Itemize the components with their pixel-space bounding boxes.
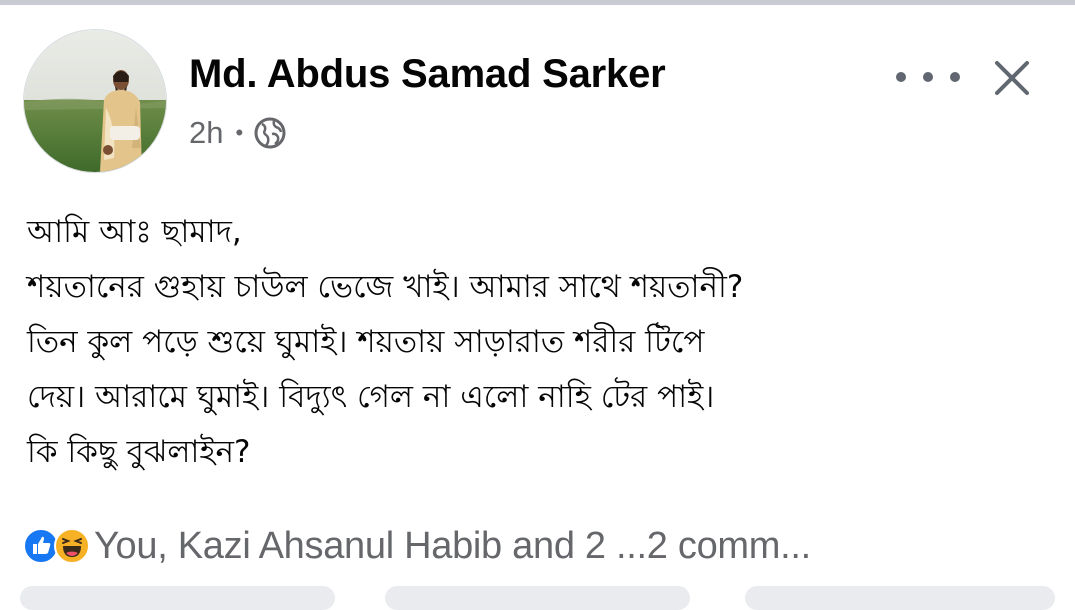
post-meta: 2h •	[189, 113, 287, 153]
more-dot	[950, 72, 960, 82]
post-text: আমি আঃ ছামাদ, শয়তানের গুহায় চাউল ভেজে …	[27, 205, 1057, 480]
post-text-line: শয়তানের গুহায় চাউল ভেজে খাই। আমার সাথে…	[27, 269, 744, 305]
author-avatar[interactable]	[23, 29, 167, 173]
like-button[interactable]	[20, 586, 335, 610]
reaction-summary[interactable]: You, Kazi Ahsanul Habib and 2 ...	[94, 525, 647, 568]
close-icon[interactable]	[990, 56, 1034, 100]
post-text-line: আমি আঃ ছামাদ,	[27, 214, 242, 250]
more-dot	[923, 72, 933, 82]
post-text-line: তিন কুল পড়ে শুয়ে ঘুমাই। শয়তায় সাড়ার…	[27, 324, 705, 360]
share-button[interactable]	[745, 586, 1055, 610]
meta-separator: •	[235, 120, 244, 145]
more-dot	[896, 72, 906, 82]
more-horizontal-icon[interactable]	[896, 60, 960, 94]
comment-button[interactable]	[385, 586, 690, 610]
post-text-line: দেয়। আরামে ঘুমাই। বিদ্যুৎ গেল না এলো না…	[27, 379, 715, 415]
author-name[interactable]: Md. Abdus Samad Sarker	[189, 52, 666, 97]
comment-count[interactable]: 2 comm...	[647, 525, 811, 568]
reaction-icons[interactable]	[23, 528, 90, 564]
globe-icon[interactable]	[253, 116, 287, 150]
top-divider	[0, 0, 1075, 5]
haha-icon	[54, 528, 90, 564]
post-time[interactable]: 2h	[189, 115, 223, 151]
post-text-line: কি কিছু বুঝলাইন?	[27, 434, 251, 470]
reactions-bar: You, Kazi Ahsanul Habib and 2 ... 2 comm…	[23, 521, 811, 571]
